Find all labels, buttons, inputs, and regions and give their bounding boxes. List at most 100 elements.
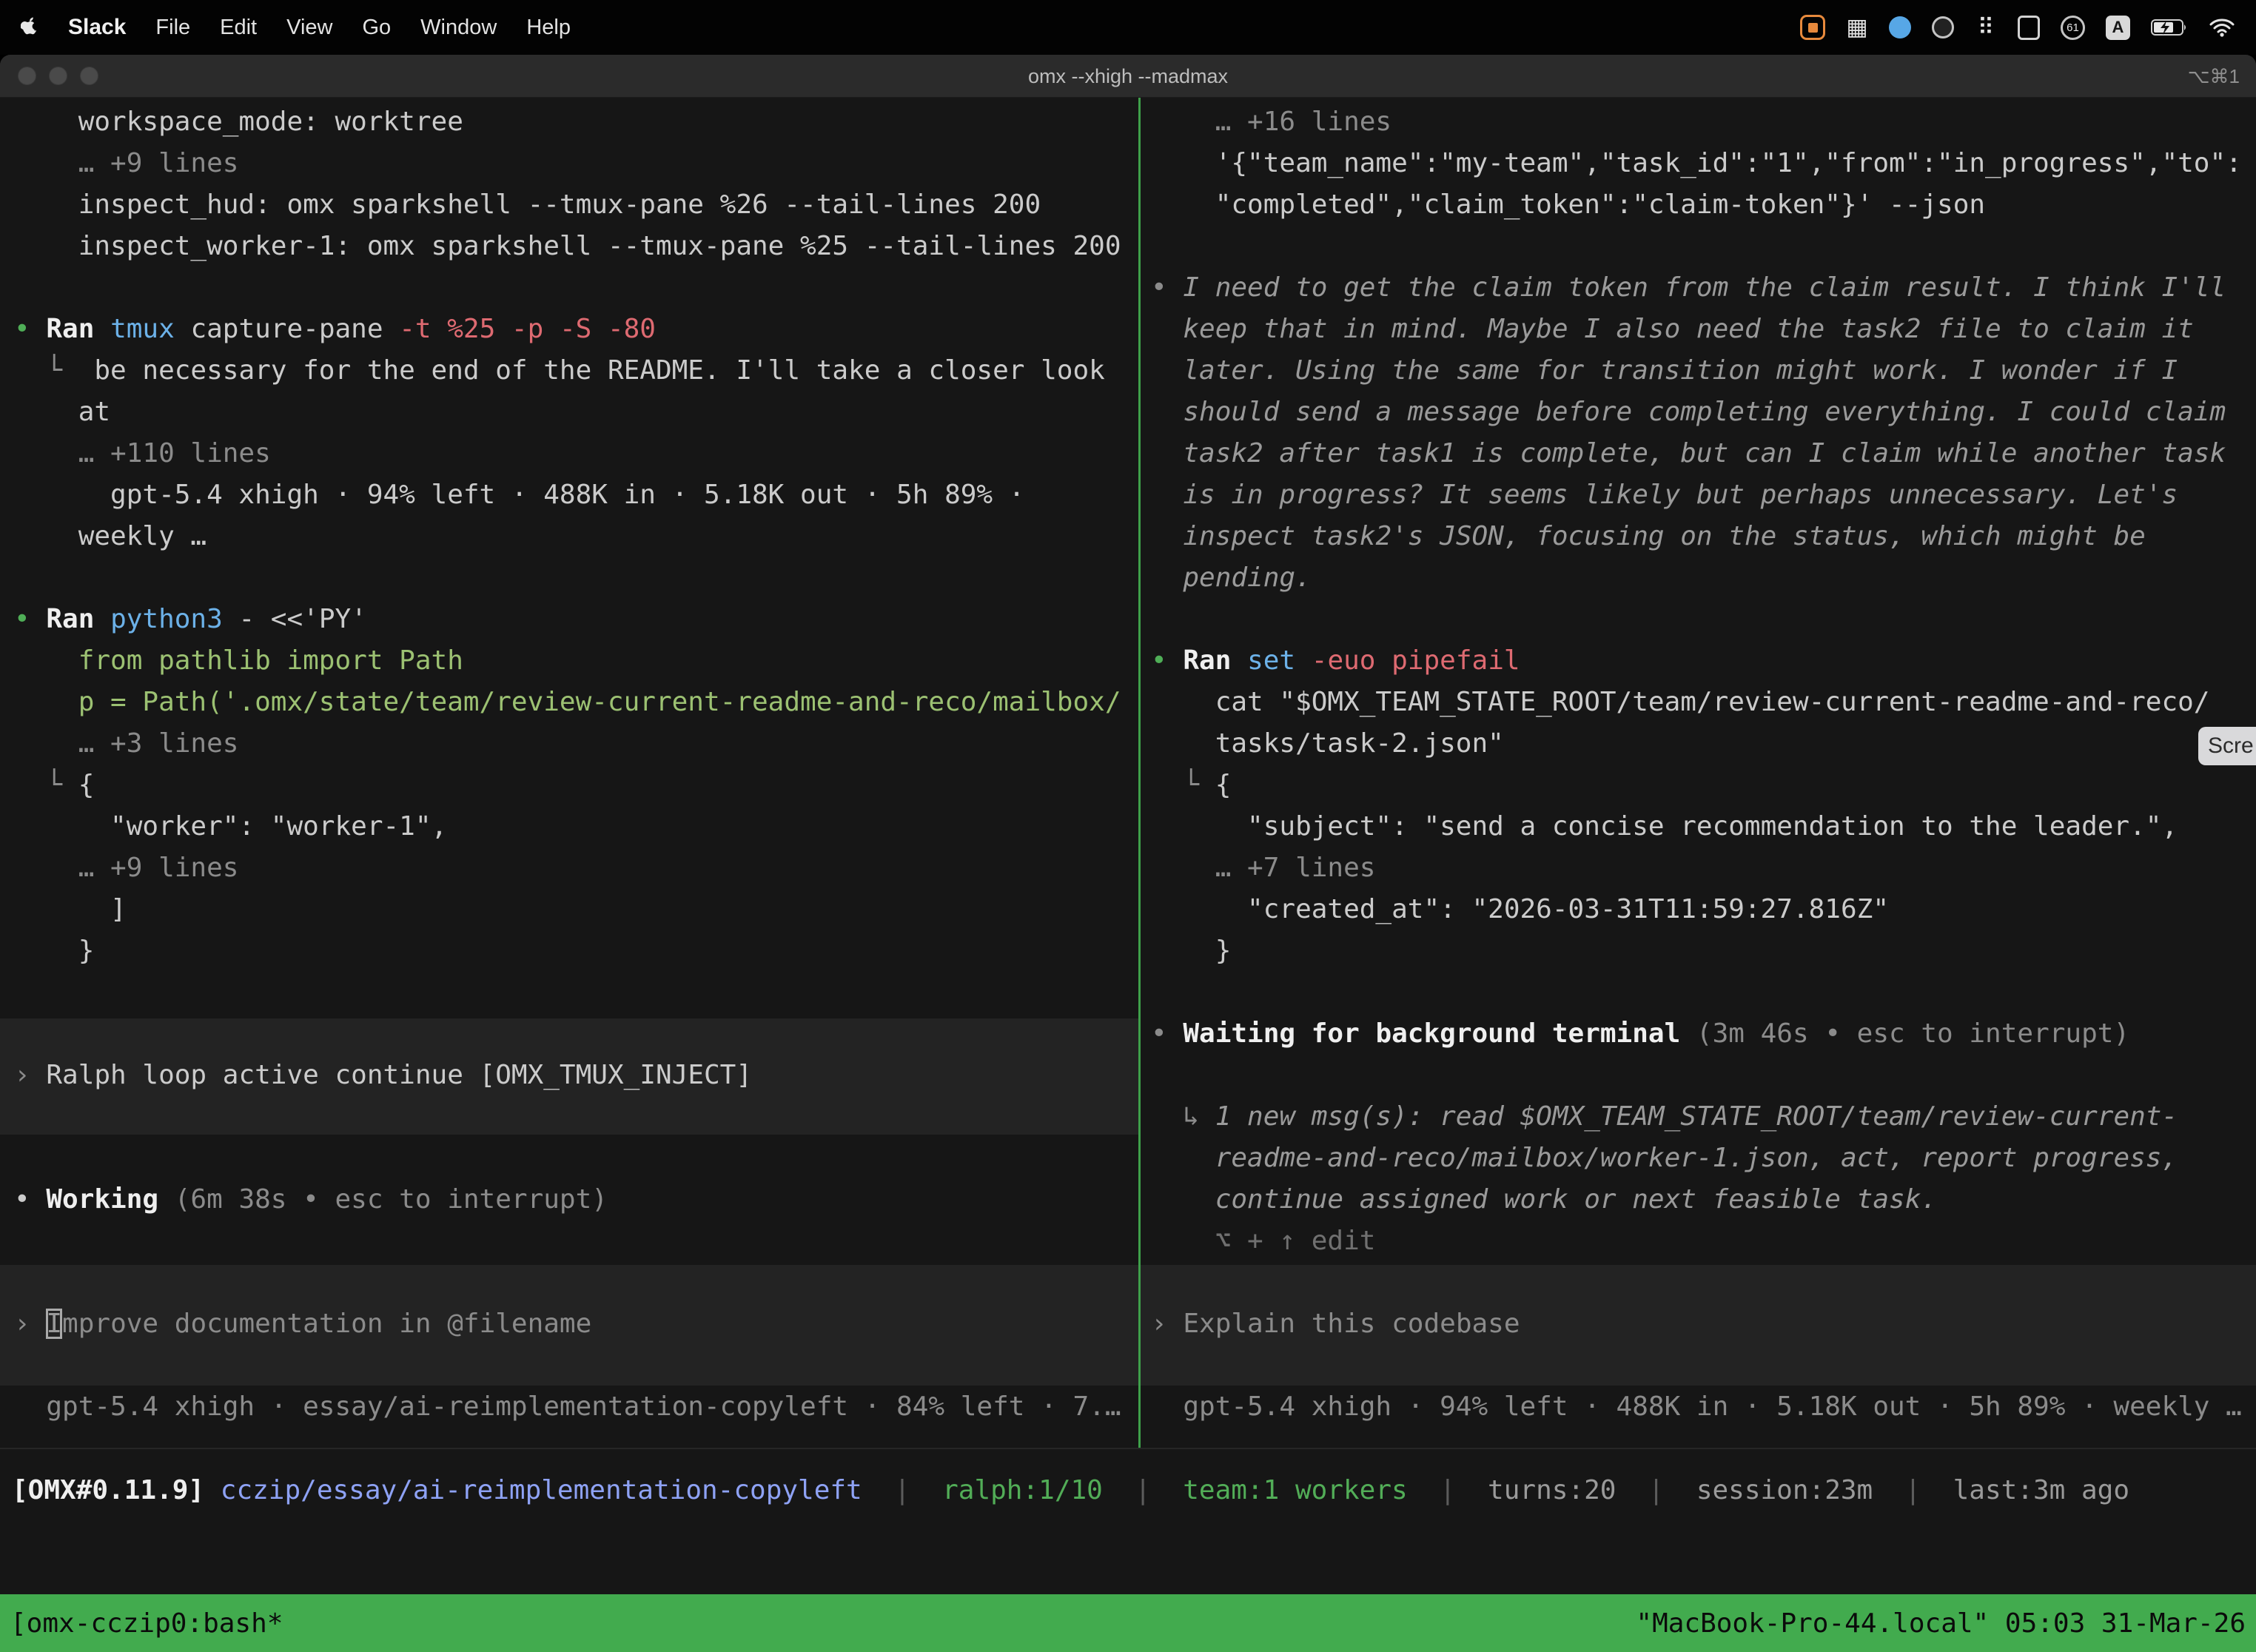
terminal-line: gpt-5.4 xhigh · essay/ai-reimplementatio… <box>14 1386 1138 1428</box>
terminal-line: gpt-5.4 xhigh · 94% left · 488K in · 5.1… <box>1151 1386 2256 1428</box>
menu-view[interactable]: View <box>286 16 332 40</box>
terminal-line: … +3 lines <box>14 723 1138 765</box>
terminal-line: … +7 lines <box>1151 847 2256 889</box>
terminal-line <box>14 557 1138 599</box>
terminal-line <box>14 1220 1138 1262</box>
terminal-line: inspect_worker-1: omx sparkshell --tmux-… <box>14 226 1138 267</box>
terminal-line: • Ran set -euo pipefail <box>1151 640 2256 682</box>
screen: Slack File Edit View Go Window Help ▦ ⠿ 61 A omx… <box>0 0 2256 1652</box>
pane-bottom-separator <box>0 1448 2256 1449</box>
dots-grid-icon[interactable]: ⠿ <box>1975 13 1997 41</box>
terminal-line: … +9 lines <box>14 143 1138 184</box>
terminal-line <box>1151 599 2256 640</box>
stop-recording-glyph <box>1808 23 1818 33</box>
tmux-status-bar: [omx-cczip0:bash* "MacBook-Pro-44.local"… <box>0 1594 2256 1652</box>
terminal-line <box>14 1096 1138 1138</box>
terminal-line: weekly … <box>14 516 1138 557</box>
terminal-line: "created_at": "2026-03-31T11:59:27.816Z" <box>1151 889 2256 930</box>
window-title-bar[interactable]: omx --xhigh --madmax ⌥⌘1 <box>0 55 2256 98</box>
terminal-line: inspect task2's JSON, focusing on the st… <box>1151 516 2256 557</box>
terminal-line: "completed","claim_token":"claim-token"}… <box>1151 184 2256 226</box>
battery-icon[interactable] <box>2151 13 2188 41</box>
menu-window[interactable]: Window <box>420 16 497 40</box>
terminal-line: workspace_mode: worktree <box>14 101 1138 143</box>
screen-share-popup-text: Scre <box>2208 733 2254 758</box>
terminal-line <box>1151 972 2256 1013</box>
terminal-line: readme-and-reco/mailbox/worker-1.json, a… <box>1151 1138 2256 1179</box>
omx-status-line: [OMX#0.11.9] cczip/essay/ai-reimplementa… <box>12 1470 2129 1511</box>
terminal-line <box>1151 1262 2256 1303</box>
terminal-line: … +16 lines <box>1151 101 2256 143</box>
terminal-line: └ { <box>1151 765 2256 806</box>
terminal-line: '{"team_name":"my-team","task_id":"1","f… <box>1151 143 2256 184</box>
menu-file[interactable]: File <box>155 16 190 40</box>
menu-bar-left: Slack File Edit View Go Window Help <box>21 15 571 40</box>
tmux-host-time: "MacBook-Pro-44.local" 05:03 31-Mar-26 <box>1636 1608 2246 1639</box>
tmux-session-name: [omx-cczip0:bash* <box>10 1608 283 1639</box>
menu-help[interactable]: Help <box>526 16 571 40</box>
tmux-pane-right[interactable]: … +16 lines '{"team_name":"my-team","tas… <box>1141 98 2256 1448</box>
window-shortcut-hint: ⌥⌘1 <box>2188 55 2240 98</box>
terminal-line: gpt-5.4 xhigh · 94% left · 488K in · 5.1… <box>14 474 1138 516</box>
terminal-line <box>14 1345 1138 1386</box>
terminal-line: at <box>14 392 1138 433</box>
terminal-line: › Explain this codebase <box>1151 1303 2256 1345</box>
screen-recording-indicator-icon[interactable] <box>1800 15 1825 40</box>
terminal-line: task2 after task1 is complete, but can I… <box>1151 433 2256 474</box>
terminal-line <box>1151 1055 2256 1096</box>
terminal-line: ⌥ + ↑ edit <box>1151 1220 2256 1262</box>
globe-app-icon[interactable] <box>1889 16 1911 38</box>
terminal-line: ] <box>14 889 1138 930</box>
terminal-line: } <box>1151 930 2256 972</box>
menu-items: File Edit View Go Window Help <box>155 16 571 40</box>
terminal-line: • I need to get the claim token from the… <box>1151 267 2256 309</box>
terminal-line <box>1151 1345 2256 1386</box>
phone-mirroring-icon[interactable] <box>2018 16 2040 40</box>
terminal-line: … +9 lines <box>14 847 1138 889</box>
battery-percent-badge[interactable]: 61 <box>2061 16 2085 40</box>
terminal-line: p = Path('.omx/state/team/review-current… <box>14 682 1138 723</box>
terminal-line: "subject": "send a concise recommendatio… <box>1151 806 2256 847</box>
terminal-line: keep that in mind. Maybe I also need the… <box>1151 309 2256 350</box>
menu-bar-status-icons: ▦ ⠿ 61 A <box>1800 13 2235 41</box>
terminal-content: workspace_mode: worktree … +9 lines insp… <box>0 98 2256 1652</box>
terminal-line: • Ran tmux capture-pane -t %25 -p -S -80 <box>14 309 1138 350</box>
active-app-menu[interactable]: Slack <box>68 15 126 40</box>
window-grid-icon[interactable]: ▦ <box>1846 13 1868 41</box>
clock-app-icon[interactable] <box>1932 16 1954 38</box>
terminal-line: is in progress? It seems likely but perh… <box>1151 474 2256 516</box>
terminal-line: cat "$OMX_TEAM_STATE_ROOT/team/review-cu… <box>1151 682 2256 723</box>
terminal-line <box>1151 226 2256 267</box>
terminal-line: › Improve documentation in @filename <box>14 1303 1138 1345</box>
terminal-line: should send a message before completing … <box>1151 392 2256 433</box>
terminal-line <box>14 1013 1138 1055</box>
apple-logo-icon <box>21 17 38 38</box>
terminal-line: • Working (6m 38s • esc to interrupt) <box>14 1179 1138 1220</box>
input-source-icon[interactable]: A <box>2106 16 2130 40</box>
menu-edit[interactable]: Edit <box>220 16 257 40</box>
terminal-line <box>14 267 1138 309</box>
terminal-line <box>14 972 1138 1013</box>
terminal-line: inspect_hud: omx sparkshell --tmux-pane … <box>14 184 1138 226</box>
terminal-window: omx --xhigh --madmax ⌥⌘1 workspace_mode:… <box>0 55 2256 1652</box>
apple-menu[interactable] <box>21 17 38 38</box>
terminal-line: later. Using the same for transition mig… <box>1151 350 2256 392</box>
window-title: omx --xhigh --madmax <box>0 55 2256 98</box>
terminal-line: } <box>14 930 1138 972</box>
menu-go[interactable]: Go <box>362 16 391 40</box>
screen-share-popup: Scre <box>2198 727 2256 765</box>
wifi-icon[interactable] <box>2209 13 2235 41</box>
terminal-line: └ be necessary for the end of the README… <box>14 350 1138 392</box>
terminal-line: › Ralph loop active continue [OMX_TMUX_I… <box>14 1055 1138 1096</box>
terminal-line: ↳ 1 new msg(s): read $OMX_TEAM_STATE_ROO… <box>1151 1096 2256 1138</box>
terminal-line: … +110 lines <box>14 433 1138 474</box>
terminal-line <box>14 1262 1138 1303</box>
terminal-line: • Waiting for background terminal (3m 46… <box>1151 1013 2256 1055</box>
terminal-line: └ { <box>14 765 1138 806</box>
terminal-line: from pathlib import Path <box>14 640 1138 682</box>
menu-bar: Slack File Edit View Go Window Help ▦ ⠿ 61 A <box>0 0 2256 55</box>
terminal-line: "worker": "worker-1", <box>14 806 1138 847</box>
terminal-line: • Ran python3 - <<'PY' <box>14 599 1138 640</box>
terminal-line: tasks/task-2.json" <box>1151 723 2256 765</box>
tmux-pane-left[interactable]: workspace_mode: worktree … +9 lines insp… <box>0 98 1138 1448</box>
